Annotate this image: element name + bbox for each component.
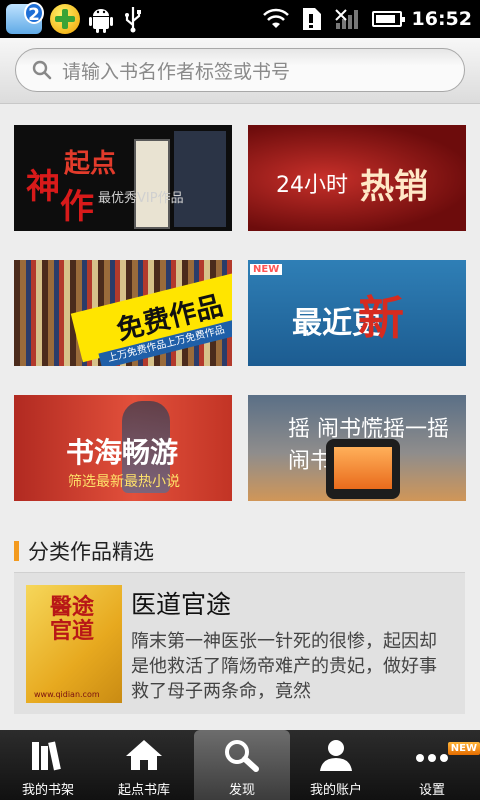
sim-icon [302, 8, 321, 30]
book-title: 医道官途 [131, 590, 232, 619]
cover-title: 醫途官道 [50, 594, 95, 644]
status-bar: 2 16:52 [0, 0, 480, 38]
banner-subtitle: 最优秀VIP作品 [98, 191, 184, 206]
battery-fill [375, 15, 395, 23]
clock: 16:52 [411, 8, 472, 30]
banner-text-strong: 热销 [360, 159, 428, 208]
nav-library[interactable]: 起点书库 [96, 730, 192, 800]
banner-text: 24小时 [276, 173, 348, 198]
bottom-nav: 我的书架 起点书库 发现 我的账户 NEW 设置 [0, 730, 480, 800]
home-icon [126, 740, 162, 770]
nav-bookshelf[interactable]: 我的书架 [0, 730, 96, 800]
notification-count: 2 [24, 2, 44, 25]
signal-icon [334, 9, 358, 29]
nav-label: 设置 [418, 783, 445, 798]
usb-icon [125, 7, 141, 33]
section-accent [14, 541, 19, 561]
banner-text-strong: 新 [358, 291, 404, 345]
cover-url: www.qidian.com [34, 690, 100, 699]
search-placeholder: 请输入书名作者标签或书号 [62, 60, 291, 83]
book-art [174, 131, 226, 227]
banner-vip-works[interactable]: 神 起点 作 最优秀VIP作品 [14, 125, 232, 231]
book-card[interactable]: 醫途官道 www.qidian.com 医道官途 隋末第一神医张一针死的很惨，起… [14, 572, 465, 714]
nav-label: 我的账户 [309, 783, 362, 798]
nav-label: 起点书库 [117, 783, 170, 798]
banner-shake[interactable]: 摇 闹书慌摇一摇 闹书 [248, 395, 466, 501]
search-icon [32, 60, 52, 80]
nav-label: 我的书架 [21, 783, 74, 798]
section-header: 分类作品精选 [14, 536, 154, 566]
nav-label: 发现 [228, 783, 255, 798]
banner-title: 书海畅游 [66, 436, 179, 469]
book-cover: 醫途官道 www.qidian.com [26, 585, 122, 703]
banner-subtitle: 筛选最新最热小说 [68, 474, 180, 490]
app-badge-icon: 2 [6, 2, 44, 34]
plus-icon [50, 4, 80, 34]
android-icon [89, 9, 113, 33]
search-icon [225, 740, 259, 772]
section-title: 分类作品精选 [28, 540, 154, 564]
bookshelf-icon [32, 741, 61, 771]
banner-24h-hot[interactable]: 24小时 热销 [248, 125, 466, 231]
nav-account[interactable]: 我的账户 [288, 730, 384, 800]
new-badge: NEW [447, 742, 480, 755]
search-input[interactable]: 请输入书名作者标签或书号 [15, 48, 465, 92]
wifi-icon [262, 8, 289, 28]
more-icon [416, 754, 448, 762]
battery-icon [371, 11, 405, 27]
banner-text: 起点 [64, 149, 117, 179]
banner-text: 作 [60, 187, 94, 227]
banner-recent-updates[interactable]: NEW 最近更 新 [248, 260, 466, 366]
phone-icon [326, 439, 400, 499]
banner-text: 神 [26, 167, 60, 207]
user-icon [320, 740, 352, 771]
banner-free-works[interactable]: 免费作品 上万免费作品上万免费作品 [14, 260, 232, 366]
banner-text-strong-label: 热销 [360, 167, 428, 207]
book-art [134, 139, 170, 229]
search-area: 请输入书名作者标签或书号 [0, 38, 480, 104]
nav-settings[interactable]: NEW 设置 [384, 730, 480, 800]
book-description: 隋末第一神医张一针死的很惨，起因却是他救活了隋炀帝难产的贵妃，做好事救了母子两条… [131, 631, 437, 702]
nav-discover[interactable]: 发现 [194, 730, 290, 800]
new-tag: NEW [250, 264, 283, 275]
banner-book-sea[interactable]: 书海畅游 筛选最新最热小说 [14, 395, 232, 501]
